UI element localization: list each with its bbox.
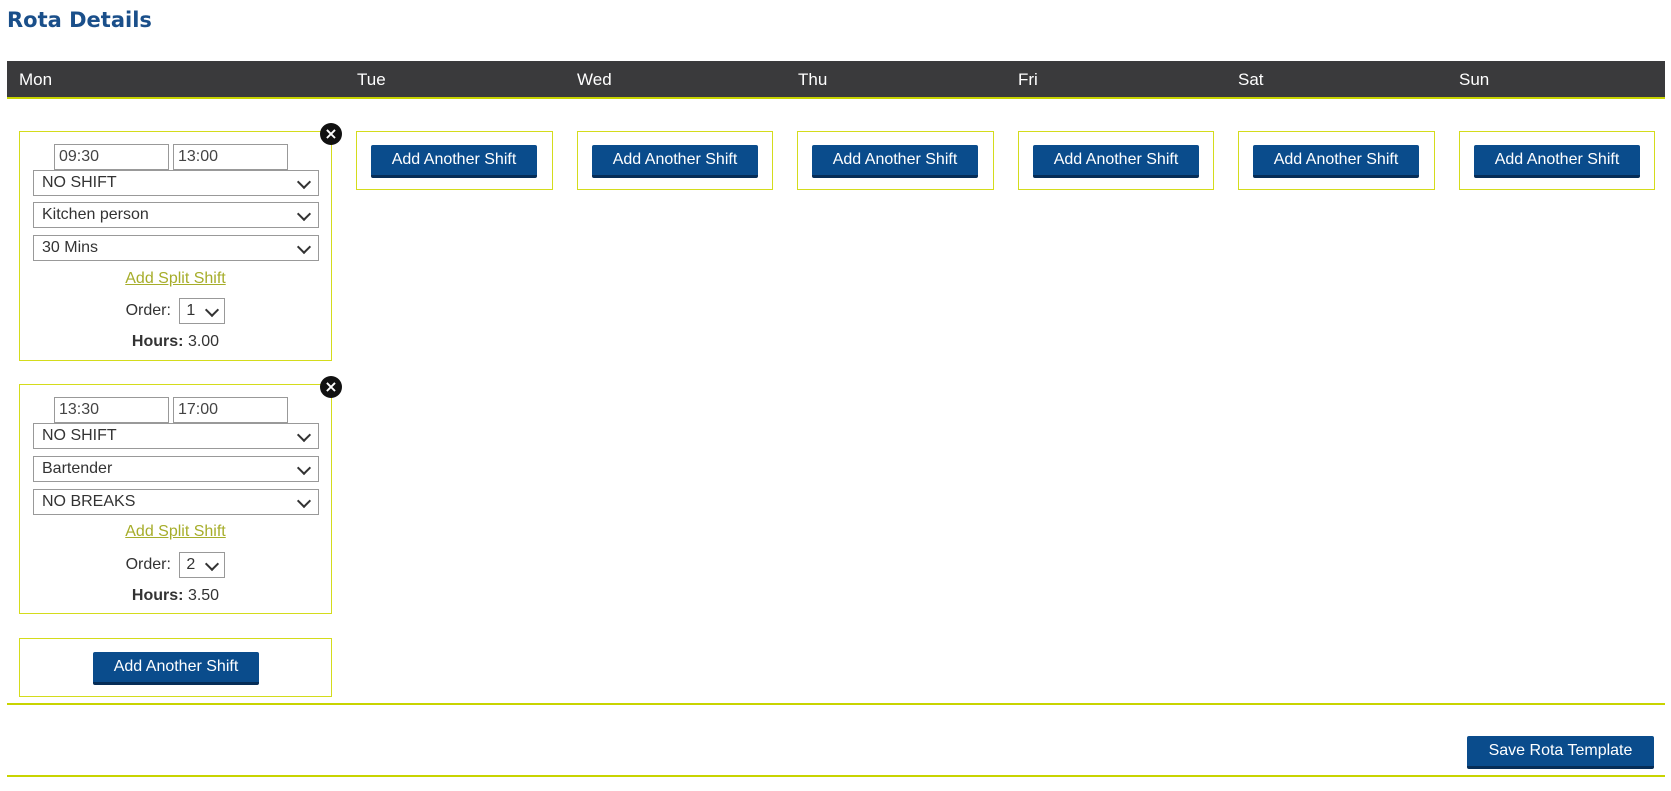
shift-card: 09:30 13:00 NO SHIFT Kitchen person 30 M… [19,131,332,361]
day-label-thu: Thu [798,70,828,89]
hours-label: Hours: [131,587,184,604]
break-value: 30 Mins [42,239,99,256]
shift-type-value: NO SHIFT [42,427,117,444]
add-another-shift-button-tue[interactable]: Add Another Shift [371,145,537,178]
role-value: Kitchen person [42,206,149,223]
day-label-wed: Wed [577,70,612,89]
day-label-sun: Sun [1459,70,1490,89]
divider-bottom [7,775,1665,777]
end-time-input[interactable]: 13:00 [173,144,288,170]
role-select[interactable]: Bartender [33,456,319,482]
chevron-down-icon [296,206,312,222]
order-select[interactable]: 2 [179,552,226,578]
start-time-input[interactable]: 13:30 [54,397,169,423]
add-split-shift-link[interactable]: Add Split Shift [20,523,331,541]
hours-value: 3.50 [187,587,220,604]
day-label-fri: Fri [1018,70,1038,89]
day-label-sat: Sat [1238,70,1264,89]
shift-card: 13:30 17:00 NO SHIFT Bartender NO BREAKS… [19,384,332,614]
break-select[interactable]: 30 Mins [33,235,319,261]
chevron-down-icon [205,556,220,572]
chevron-down-icon [296,493,312,509]
order-row: Order: 1 [20,298,331,324]
shift-type-select[interactable]: NO SHIFT [33,170,319,196]
chevron-down-icon [205,302,220,318]
add-another-shift-button-wed[interactable]: Add Another Shift [592,145,758,178]
hours-value: 3.00 [187,333,220,350]
close-icon[interactable]: × [320,123,342,145]
add-another-shift-button-thu[interactable]: Add Another Shift [812,145,978,178]
shift-type-select[interactable]: NO SHIFT [33,423,319,449]
shift-type-value: NO SHIFT [42,174,117,191]
day-label-mon: Mon [19,70,53,89]
add-another-shift-button-sat[interactable]: Add Another Shift [1253,145,1419,178]
day-label-tue: Tue [357,70,386,89]
role-select[interactable]: Kitchen person [33,202,319,228]
start-time-input[interactable]: 09:30 [54,144,169,170]
order-select[interactable]: 1 [179,298,226,324]
save-rota-template-button[interactable]: Save Rota Template [1467,736,1654,769]
order-value: 1 [186,302,196,319]
add-split-shift-link[interactable]: Add Split Shift [20,270,331,288]
order-row: Order: 2 [20,552,331,578]
add-another-shift-button-mon[interactable]: Add Another Shift [93,652,259,685]
hours-label: Hours: [131,333,184,350]
hours-row: Hours: 3.50 [20,587,331,605]
add-another-shift-button-fri[interactable]: Add Another Shift [1033,145,1199,178]
order-label: Order: [125,556,171,574]
chevron-down-icon [296,239,312,255]
page-title: Rota Details [7,8,152,32]
chevron-down-icon [296,174,312,190]
chevron-down-icon [296,427,312,443]
chevron-down-icon [296,460,312,476]
role-value: Bartender [42,460,113,477]
break-select[interactable]: NO BREAKS [33,489,319,515]
end-time-input[interactable]: 17:00 [173,397,288,423]
hours-row: Hours: 3.00 [20,333,331,351]
add-another-shift-button-sun[interactable]: Add Another Shift [1474,145,1640,178]
break-value: NO BREAKS [42,493,136,510]
order-value: 2 [186,556,196,573]
close-icon[interactable]: × [320,376,342,398]
day-header-bar: Mon Tue Wed Thu Fri Sat Sun [7,61,1665,99]
order-label: Order: [125,302,171,320]
divider-top [7,703,1665,705]
